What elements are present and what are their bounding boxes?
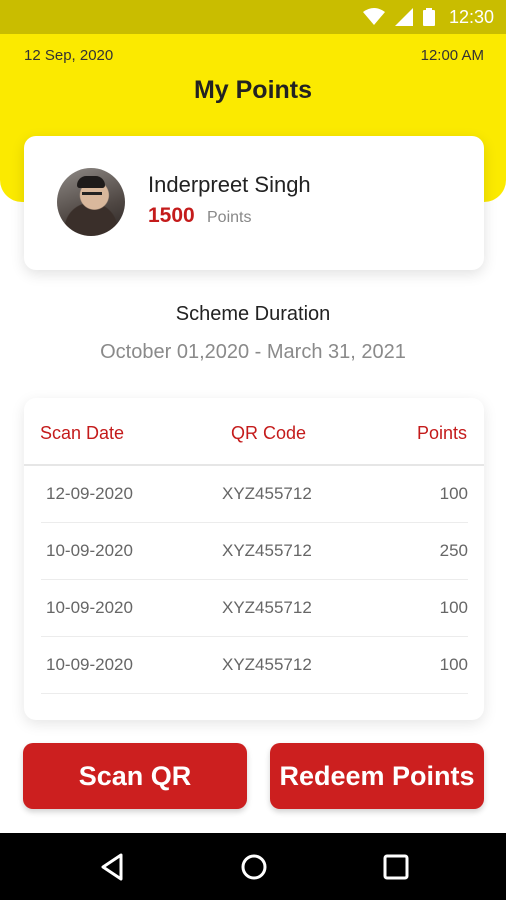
avatar[interactable] — [57, 168, 125, 236]
points-value: 1500 — [148, 204, 195, 227]
back-icon[interactable] — [97, 851, 129, 883]
wifi-icon — [362, 8, 385, 25]
qr-code-cell: XYZ455712 — [222, 484, 312, 503]
scan-history-table: Scan Date QR Code Points 12-09-2020 XYZ4… — [24, 398, 484, 720]
page-title: My Points — [193, 76, 313, 104]
recent-apps-icon[interactable] — [380, 851, 412, 883]
scan-date-cell: 10-09-2020 — [46, 598, 133, 617]
scheme-dates: October 01,2020 - March 31, 2021 — [100, 341, 406, 363]
qr-code-cell: XYZ455712 — [222, 655, 312, 674]
scheme-title: Scheme Duration — [175, 303, 331, 325]
points-cell: 100 — [439, 655, 468, 674]
column-header-scan-date: Scan Date — [40, 423, 125, 443]
redeem-points-button[interactable]: Redeem Points — [270, 743, 484, 809]
table-row[interactable]: 10-09-2020 XYZ455712 250 — [41, 523, 468, 580]
home-icon[interactable] — [238, 851, 270, 883]
profile-name: Inderpreet Singh — [148, 172, 311, 197]
table-row[interactable]: 12-09-2020 XYZ455712 100 — [41, 466, 468, 523]
header-time: 12:00 AM — [420, 47, 484, 64]
header-date: 12 Sep, 2020 — [24, 47, 114, 64]
battery-icon — [422, 8, 435, 26]
status-bar: 12:30 — [0, 0, 506, 34]
scan-date-cell: 10-09-2020 — [46, 655, 133, 674]
table-row[interactable]: 10-09-2020 XYZ455712 100 — [41, 580, 468, 637]
scan-date-cell: 10-09-2020 — [46, 541, 133, 560]
points-unit: Points — [207, 209, 252, 226]
scan-date-cell: 12-09-2020 — [46, 484, 133, 503]
points-cell: 250 — [439, 541, 468, 560]
table-row[interactable]: 10-09-2020 XYZ455712 100 — [41, 637, 468, 694]
status-time: 12:30 — [448, 6, 494, 27]
scan-qr-button[interactable]: Scan QR — [23, 743, 247, 809]
navigation-bar — [0, 833, 506, 900]
profile-card: Inderpreet Singh 1500 Points — [24, 136, 484, 270]
points-cell: 100 — [439, 484, 468, 503]
column-header-qr-code: QR Code — [231, 423, 307, 443]
signal-icon — [394, 8, 413, 26]
qr-code-cell: XYZ455712 — [222, 598, 312, 617]
table-header: Scan Date QR Code Points — [24, 398, 484, 466]
column-header-points: Points — [416, 423, 467, 443]
points-cell: 100 — [439, 598, 468, 617]
qr-code-cell: XYZ455712 — [222, 541, 312, 560]
